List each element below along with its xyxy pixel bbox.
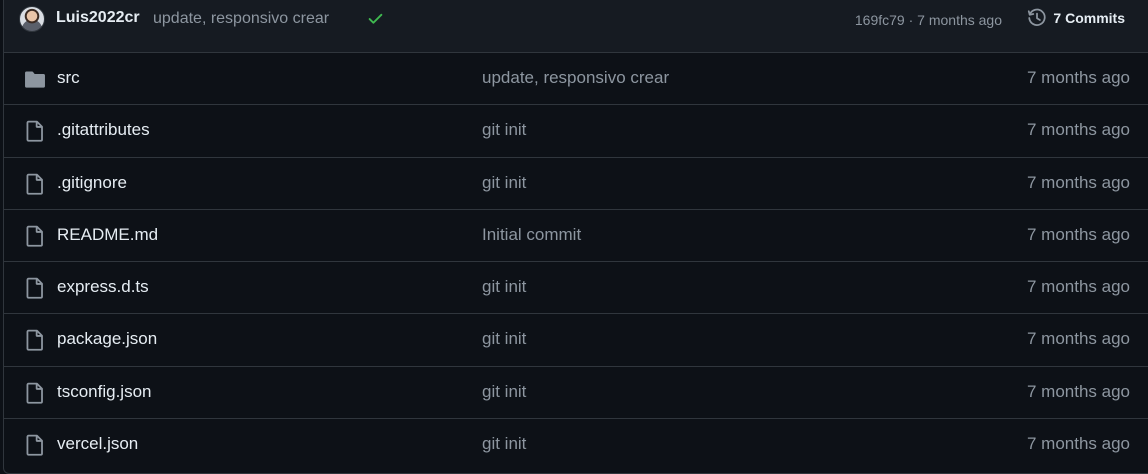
file-row[interactable]: README.md Initial commit 7 months ago <box>4 210 1148 263</box>
file-icon <box>24 120 46 142</box>
commit-message[interactable]: update, responsivo crear <box>153 10 329 28</box>
avatar[interactable] <box>19 6 45 32</box>
file-icon <box>24 382 46 404</box>
file-icon <box>24 225 46 247</box>
file-commit-message-link[interactable]: git init <box>482 173 526 193</box>
file-row[interactable]: vercel.json git init 7 months ago <box>4 419 1148 471</box>
commits-history-button[interactable]: 7 Commits <box>1027 8 1125 28</box>
file-commit-message-link[interactable]: git init <box>482 329 526 349</box>
check-icon[interactable] <box>367 10 384 27</box>
file-commit-time: 7 months ago <box>1026 120 1130 140</box>
file-list: src update, responsivo crear 7 months ago.… <box>4 53 1148 471</box>
file-icon <box>24 277 46 299</box>
latest-commit-bar: Luis2022cr update, responsivo crear 169f… <box>4 0 1148 53</box>
file-commit-message-link[interactable]: git init <box>482 382 526 402</box>
file-row[interactable]: package.json git init 7 months ago <box>4 314 1148 367</box>
commit-sha-time[interactable]: 169fc79 · 7 months ago <box>855 12 1002 28</box>
commit-author[interactable]: Luis2022cr <box>56 9 140 27</box>
folder-icon <box>24 68 46 90</box>
file-commit-time: 7 months ago <box>1026 434 1130 454</box>
file-commit-time: 7 months ago <box>1026 68 1130 87</box>
file-commit-message-link[interactable]: git init <box>482 434 526 454</box>
file-icon <box>24 434 46 456</box>
file-row[interactable]: src update, responsivo crear 7 months ago <box>4 53 1148 106</box>
file-commit-message-link[interactable]: git init <box>482 277 526 297</box>
file-name-link[interactable]: tsconfig.json <box>57 382 152 402</box>
file-commit-time: 7 months ago <box>1026 224 1130 244</box>
history-icon <box>1028 8 1046 26</box>
file-name-link[interactable]: README.md <box>57 225 158 245</box>
file-commit-time: 7 months ago <box>1026 381 1130 401</box>
file-icon <box>24 173 46 195</box>
file-name-link[interactable]: vercel.json <box>57 434 138 454</box>
commits-count: 7 Commits <box>1053 10 1125 26</box>
file-commit-time: 7 months ago <box>1026 172 1130 192</box>
file-commit-message-link[interactable]: Initial commit <box>482 225 581 245</box>
file-commit-time: 7 months ago <box>1026 277 1130 297</box>
file-row[interactable]: express.d.ts git init 7 months ago <box>4 262 1148 315</box>
file-name-link[interactable]: package.json <box>57 329 157 349</box>
file-row[interactable]: .gitignore git init 7 months ago <box>4 158 1148 210</box>
file-name-link[interactable]: .gitattributes <box>57 120 150 140</box>
file-name-link[interactable]: .gitignore <box>57 173 127 193</box>
file-icon <box>24 329 46 352</box>
file-commit-message-link[interactable]: git init <box>482 120 526 140</box>
file-name-link[interactable]: src <box>57 68 80 88</box>
file-commit-time: 7 months ago <box>1026 329 1130 349</box>
file-row[interactable]: tsconfig.json git init 7 months ago <box>4 367 1148 420</box>
file-name-link[interactable]: express.d.ts <box>57 277 149 297</box>
file-browser: Luis2022cr update, responsivo crear 169f… <box>3 0 1148 474</box>
file-row[interactable]: .gitattributes git init 7 months ago <box>4 105 1148 158</box>
file-commit-message-link[interactable]: update, responsivo crear <box>482 68 669 88</box>
